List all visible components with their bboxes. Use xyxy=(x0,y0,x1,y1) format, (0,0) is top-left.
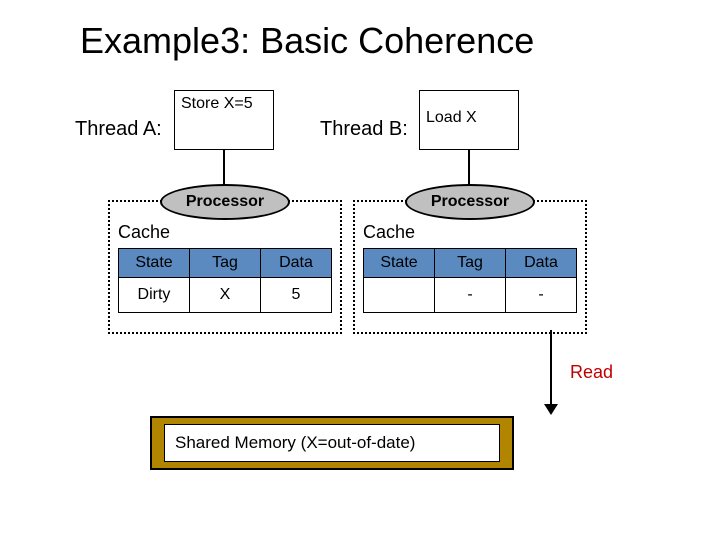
col-tag: Tag xyxy=(190,249,261,278)
cell-state xyxy=(364,278,435,313)
thread-a-instr-1: Store X=5 xyxy=(181,95,267,113)
table-row: Dirty X 5 xyxy=(119,278,332,313)
shared-memory-text: Shared Memory (X=out-of-date) xyxy=(164,424,500,462)
cell-tag: - xyxy=(435,278,506,313)
thread-b-label: Thread B: xyxy=(320,118,408,141)
thread-b-instr-2: Load X xyxy=(426,109,512,127)
col-data: Data xyxy=(261,249,332,278)
cache-a-table: State Tag Data Dirty X 5 xyxy=(118,248,332,313)
read-arrow-head xyxy=(544,404,558,415)
col-state: State xyxy=(119,249,190,278)
cache-a-label: Cache xyxy=(118,222,170,243)
cache-b-label: Cache xyxy=(363,222,415,243)
cell-tag: X xyxy=(190,278,261,313)
tick-b xyxy=(468,176,470,184)
cell-data: - xyxy=(506,278,577,313)
cell-state: Dirty xyxy=(119,278,190,313)
processor-b-oval: Processor xyxy=(405,184,535,220)
core-a: Processor Cache State Tag Data Dirty X 5 xyxy=(108,200,342,334)
read-arrow-line xyxy=(550,330,552,410)
thread-a-code: Store X=5 xyxy=(174,90,274,150)
col-tag: Tag xyxy=(435,249,506,278)
tick-a xyxy=(223,176,225,184)
col-data: Data xyxy=(506,249,577,278)
thread-a-label: Thread A: xyxy=(75,118,162,141)
col-state: State xyxy=(364,249,435,278)
read-label: Read xyxy=(570,362,613,383)
table-row: - - xyxy=(364,278,577,313)
shared-memory: Shared Memory (X=out-of-date) xyxy=(150,416,514,470)
cache-b-table: State Tag Data - - xyxy=(363,248,577,313)
thread-b-code: Load X xyxy=(419,90,519,150)
core-b: Processor Cache State Tag Data - - xyxy=(353,200,587,334)
page-title: Example3: Basic Coherence xyxy=(80,20,534,62)
processor-a-oval: Processor xyxy=(160,184,290,220)
cell-data: 5 xyxy=(261,278,332,313)
